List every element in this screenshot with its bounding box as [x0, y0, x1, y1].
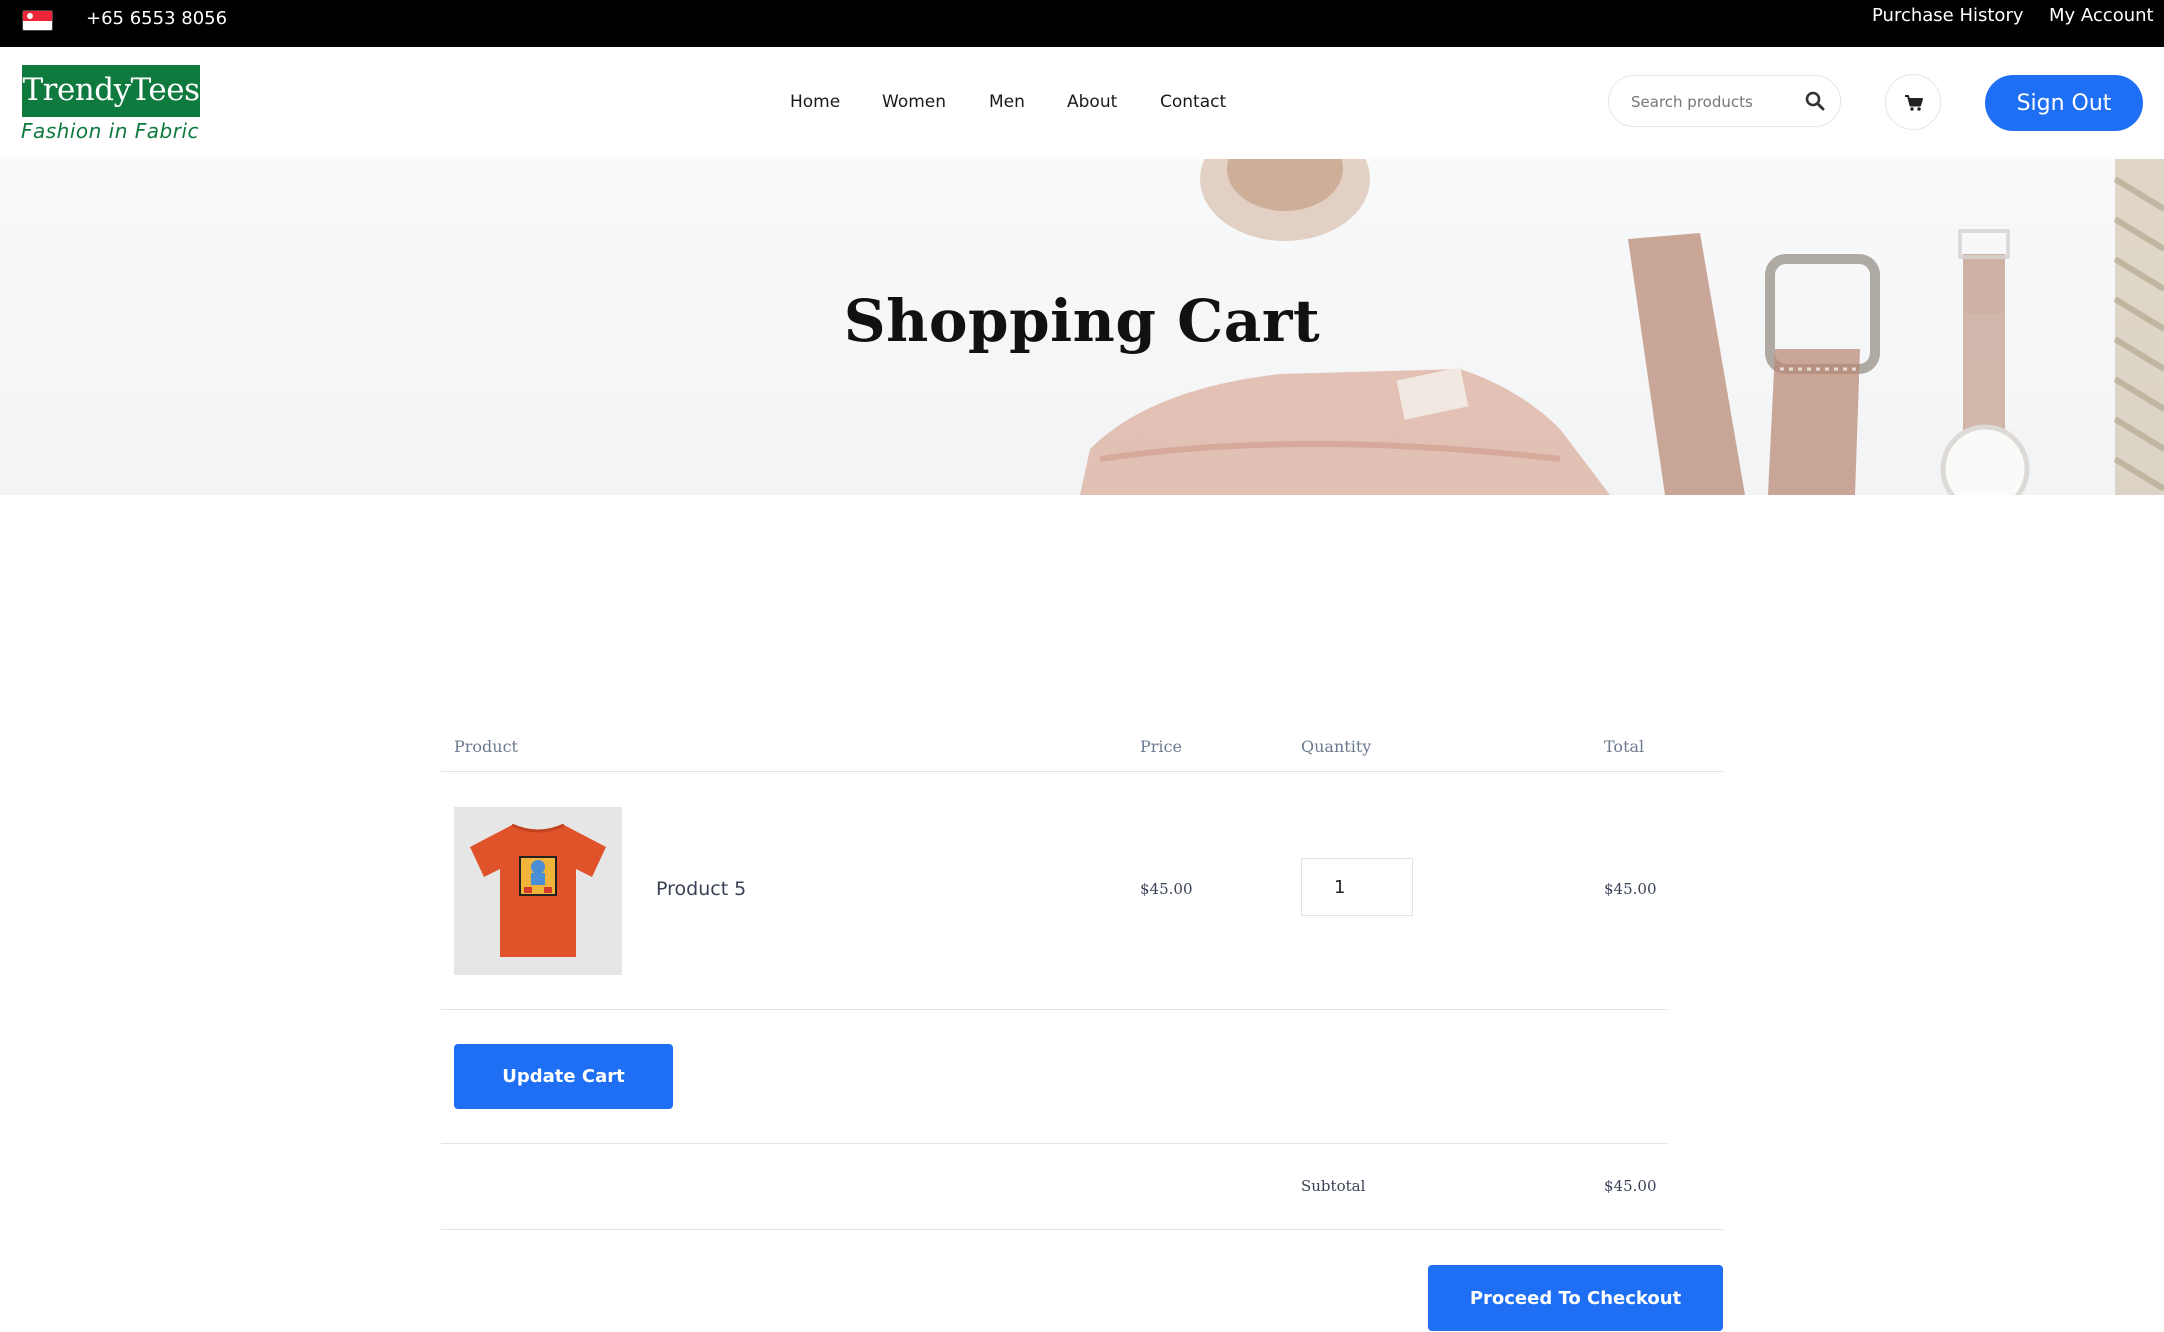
page-title: Shopping Cart: [843, 287, 1321, 355]
subtotal-value: $45.00: [1604, 1177, 1657, 1195]
column-header-quantity: Quantity: [1301, 737, 1372, 756]
nav-contact[interactable]: Contact: [1160, 91, 1226, 113]
nav-women[interactable]: Women: [882, 91, 946, 113]
hero-banner: Shopping Cart: [0, 159, 2164, 495]
logo[interactable]: TrendyTees: [22, 65, 200, 117]
nav-men[interactable]: Men: [989, 91, 1025, 113]
nav-about[interactable]: About: [1067, 91, 1117, 113]
column-header-product: Product: [454, 737, 518, 756]
phone-number: +65 6553 8056: [86, 8, 228, 29]
search-icon[interactable]: [1805, 91, 1825, 111]
subtotal-label: Subtotal: [1301, 1177, 1366, 1195]
actions-divider: [441, 1143, 1667, 1144]
purchase-history-link[interactable]: Purchase History: [1872, 5, 2024, 27]
product-price: $45.00: [1140, 880, 1193, 898]
singapore-flag-icon: [22, 10, 53, 31]
update-cart-button[interactable]: Update Cart: [454, 1044, 673, 1109]
row-divider: [441, 1009, 1667, 1010]
subtotal-divider: [441, 1229, 1723, 1230]
nav-home[interactable]: Home: [790, 91, 840, 113]
top-bar: +65 6553 8056 Purchase History My Accoun…: [0, 0, 2164, 47]
cart-icon: [1905, 95, 1923, 111]
quantity-input[interactable]: [1301, 858, 1413, 916]
my-account-link[interactable]: My Account: [2049, 5, 2154, 27]
tshirt-image: [470, 823, 606, 957]
search-box: [1608, 75, 1841, 127]
column-header-total: Total: [1604, 737, 1645, 756]
logo-tagline: Fashion in Fabric: [21, 119, 200, 143]
cart-button[interactable]: [1885, 74, 1941, 130]
site-header: TrendyTees Fashion in Fabric Home Women …: [0, 47, 2164, 159]
column-header-price: Price: [1140, 737, 1182, 756]
product-total: $45.00: [1604, 880, 1657, 898]
search-input[interactable]: [1631, 90, 1791, 114]
header-divider: [441, 771, 1723, 772]
proceed-to-checkout-button[interactable]: Proceed To Checkout: [1428, 1265, 1723, 1331]
product-thumbnail[interactable]: [454, 807, 622, 975]
product-name[interactable]: Product 5: [656, 878, 746, 900]
sign-out-button[interactable]: Sign Out: [1985, 75, 2143, 131]
